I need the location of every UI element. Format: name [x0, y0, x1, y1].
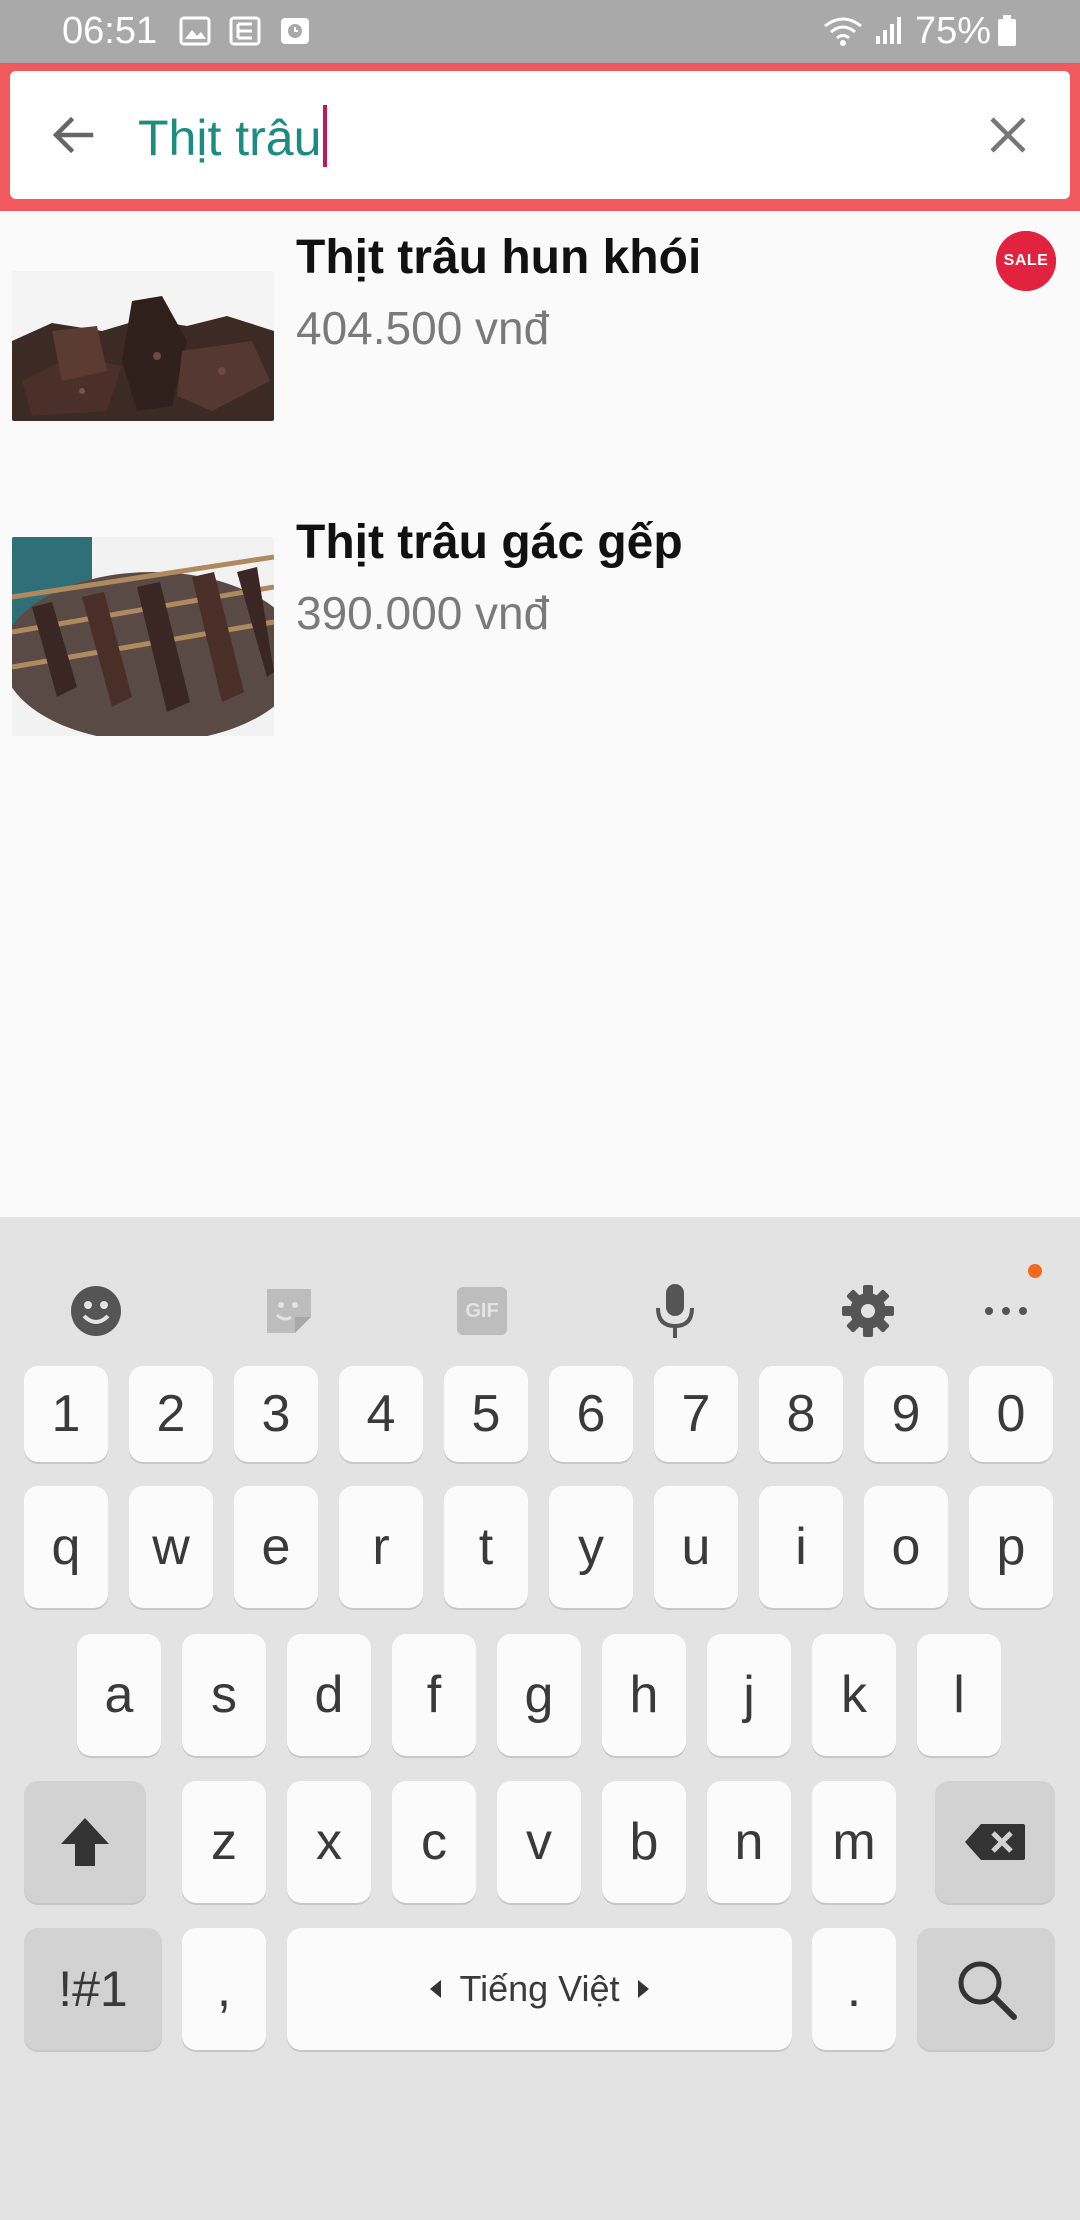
emoji-button[interactable]	[60, 1275, 132, 1347]
battery-percent: 75%	[915, 10, 992, 52]
key-9[interactable]: 9	[864, 1366, 948, 1462]
space-bar-language: Tiếng Việt	[459, 1968, 620, 2009]
sticker-icon	[267, 1289, 311, 1333]
key-r[interactable]: r	[339, 1486, 423, 1608]
key-7[interactable]: 7	[654, 1366, 738, 1462]
key-z[interactable]: z	[182, 1781, 266, 1903]
sale-badge: SALE	[996, 231, 1056, 291]
search-query: Thịt trâu	[138, 110, 322, 166]
gif-icon: GIF	[457, 1287, 507, 1335]
key-a[interactable]: a	[77, 1634, 161, 1756]
comma-key[interactable]: ,	[182, 1928, 266, 2050]
microphone-icon	[656, 1284, 694, 1338]
clear-search-button[interactable]	[973, 100, 1043, 170]
key-c[interactable]: c	[392, 1781, 476, 1903]
key-8[interactable]: 8	[759, 1366, 843, 1462]
key-d[interactable]: d	[287, 1634, 371, 1756]
key-b[interactable]: b	[602, 1781, 686, 1903]
sticker-button[interactable]	[253, 1275, 325, 1347]
battery-icon	[998, 15, 1016, 46]
key-s[interactable]: s	[182, 1634, 266, 1756]
key-u[interactable]: u	[654, 1486, 738, 1608]
key-0[interactable]: 0	[969, 1366, 1053, 1462]
text-caret	[323, 105, 328, 167]
signal-icon	[876, 17, 901, 44]
key-2[interactable]: 2	[129, 1366, 213, 1462]
key-1[interactable]: 1	[24, 1366, 108, 1462]
search-icon	[958, 1961, 1017, 2020]
back-button[interactable]	[38, 100, 108, 170]
status-bar: 06:51 75%	[0, 0, 1080, 63]
backspace-key[interactable]	[935, 1781, 1055, 1903]
search-input[interactable]: Thịt trâu	[138, 105, 328, 167]
product-thumbnail	[12, 537, 274, 736]
key-w[interactable]: w	[129, 1486, 213, 1608]
product-title: Thịt trâu gác gếp	[296, 516, 683, 569]
key-4[interactable]: 4	[339, 1366, 423, 1462]
key-v[interactable]: v	[497, 1781, 581, 1903]
settings-icon	[842, 1285, 894, 1337]
key-j[interactable]: j	[707, 1634, 791, 1756]
shift-key[interactable]	[24, 1781, 146, 1903]
key-6[interactable]: 6	[549, 1366, 633, 1462]
key-i[interactable]: i	[759, 1486, 843, 1608]
status-time: 06:51	[62, 10, 158, 52]
key-p[interactable]: p	[969, 1486, 1053, 1608]
search-key[interactable]	[917, 1928, 1055, 2050]
gif-label: GIF	[465, 1299, 499, 1322]
voice-input-button[interactable]	[639, 1275, 711, 1347]
key-f[interactable]: f	[392, 1634, 476, 1756]
key-q[interactable]: q	[24, 1486, 108, 1608]
news-icon	[229, 16, 261, 46]
shift-arrow-icon	[61, 1818, 109, 1866]
emoji-icon	[71, 1286, 121, 1336]
image-icon	[179, 16, 211, 46]
space-bar[interactable]: Tiếng Việt	[287, 1928, 792, 2050]
wifi-icon	[824, 17, 862, 46]
product-thumbnail	[12, 271, 274, 421]
chevron-right-icon	[637, 1980, 649, 1998]
key-h[interactable]: h	[602, 1634, 686, 1756]
soft-keyboard: GIF 1 2 3 4 5 6 7 8 9 0 q w e r t y u i …	[0, 1217, 1080, 2220]
key-y[interactable]: y	[549, 1486, 633, 1608]
more-icon	[985, 1307, 1027, 1315]
list-item[interactable]: Thịt trâu hun khói 404.500 vnđ	[0, 211, 1080, 481]
key-k[interactable]: k	[812, 1634, 896, 1756]
key-e[interactable]: e	[234, 1486, 318, 1608]
product-price: 390.000 vnđ	[296, 587, 550, 639]
close-icon	[990, 117, 1026, 153]
notification-dot	[1028, 1264, 1042, 1278]
list-item[interactable]: Thịt trâu gác gếp 390.000 vnđ	[0, 499, 1080, 769]
more-options-button[interactable]	[970, 1275, 1042, 1347]
chevron-left-icon	[430, 1980, 442, 1998]
key-3[interactable]: 3	[234, 1366, 318, 1462]
search-bar: Thịt trâu	[10, 71, 1070, 199]
backspace-icon	[965, 1824, 1025, 1860]
gif-button[interactable]: GIF	[446, 1275, 518, 1347]
key-5[interactable]: 5	[444, 1366, 528, 1462]
clock-app-icon	[281, 18, 309, 44]
key-x[interactable]: x	[287, 1781, 371, 1903]
symbols-key[interactable]: !#1	[24, 1928, 162, 2050]
key-m[interactable]: m	[812, 1781, 896, 1903]
key-g[interactable]: g	[497, 1634, 581, 1756]
arrow-left-icon	[52, 116, 94, 154]
key-o[interactable]: o	[864, 1486, 948, 1608]
key-t[interactable]: t	[444, 1486, 528, 1608]
product-price: 404.500 vnđ	[296, 302, 550, 354]
product-title: Thịt trâu hun khói	[296, 231, 702, 284]
search-header: Thịt trâu	[0, 63, 1080, 211]
period-key[interactable]: .	[812, 1928, 896, 2050]
key-l[interactable]: l	[917, 1634, 1001, 1756]
key-n[interactable]: n	[707, 1781, 791, 1903]
keyboard-settings-button[interactable]	[832, 1275, 904, 1347]
